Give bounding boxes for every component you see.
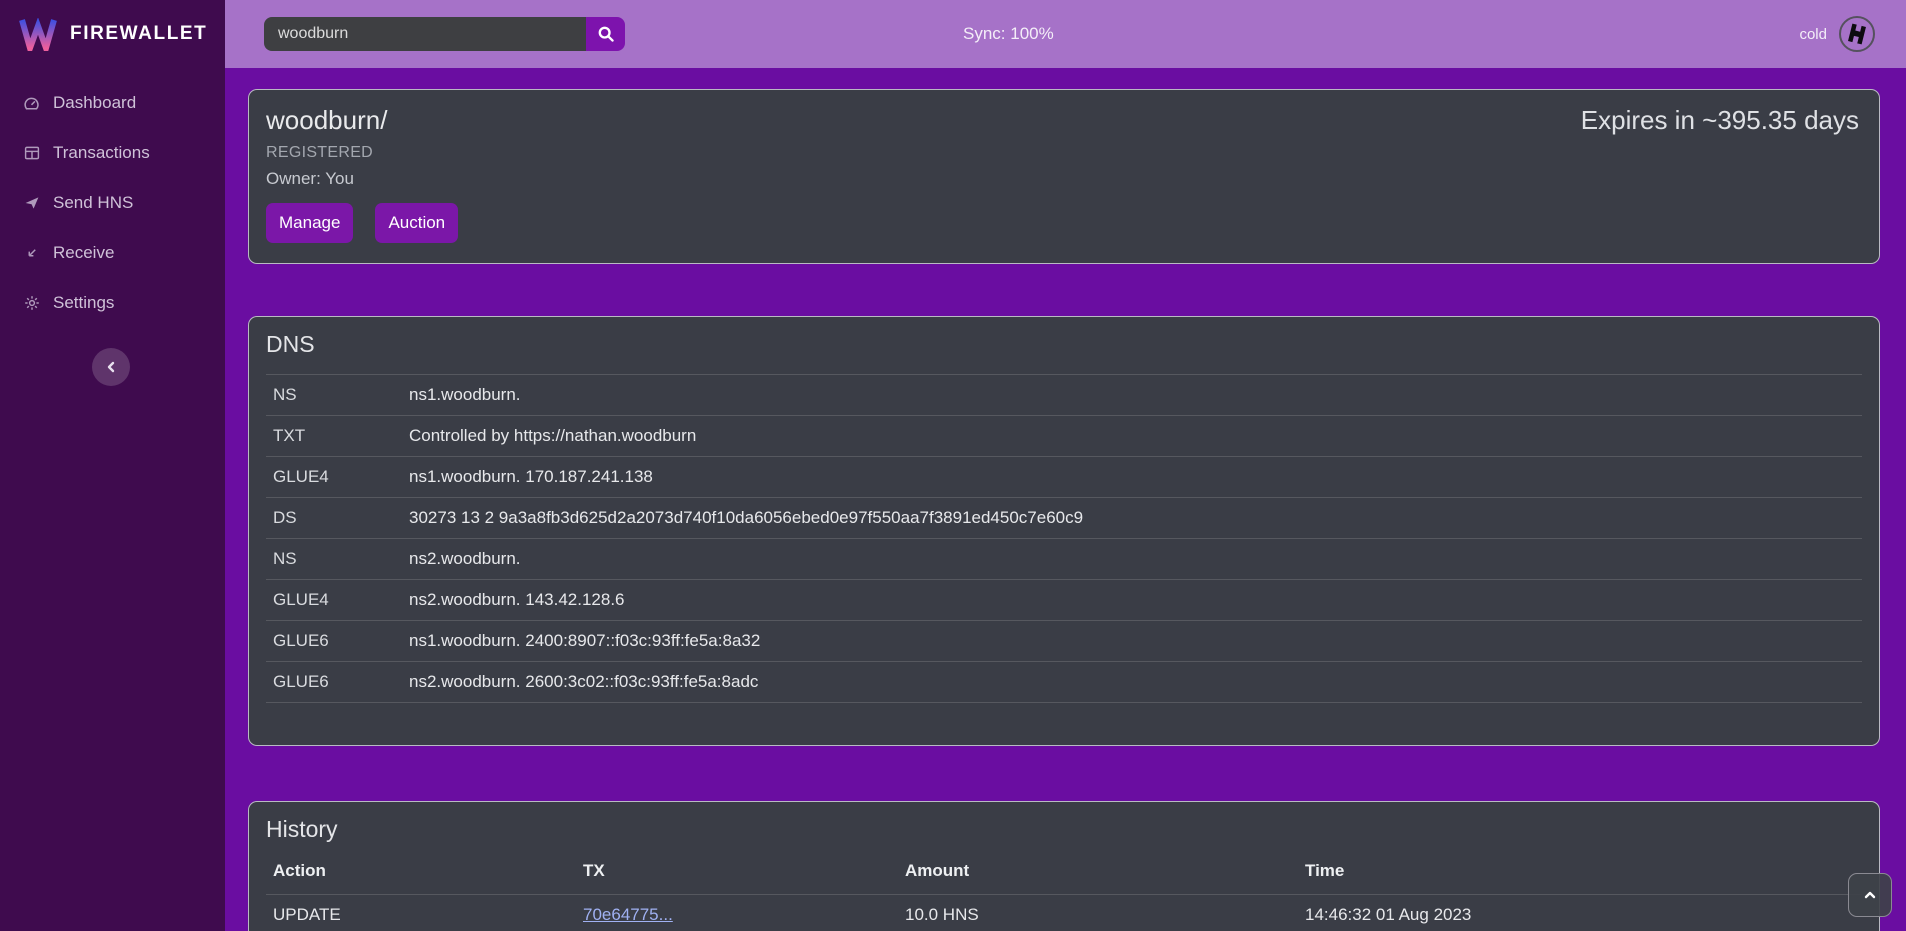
- wallet-name: cold: [1799, 26, 1827, 43]
- history-col-tx: TX: [576, 849, 898, 895]
- sidebar-item-dashboard[interactable]: Dashboard: [0, 78, 225, 128]
- dns-record-type: GLUE4: [266, 590, 409, 610]
- wallet-selector[interactable]: cold: [1799, 15, 1906, 53]
- auction-button[interactable]: Auction: [375, 203, 458, 243]
- history-time: 14:46:32 01 Aug 2023: [1298, 895, 1862, 931]
- chevron-left-icon: [105, 361, 117, 373]
- topbar: Sync: 100% cold: [225, 0, 1906, 68]
- domain-owner: Owner: You: [266, 169, 1859, 189]
- dns-record-row: NS ns2.woodburn.: [266, 539, 1862, 580]
- dns-record-type: GLUE6: [266, 631, 409, 651]
- history-row: UPDATE 70e64775... 10.0 HNS 14:46:32 01 …: [266, 895, 1862, 931]
- dns-record-row: GLUE6 ns2.woodburn. 2600:3c02::f03c:93ff…: [266, 662, 1862, 703]
- search-button[interactable]: [586, 17, 625, 51]
- tx-link[interactable]: 70e64775...: [583, 905, 673, 924]
- domain-card: woodburn/ Expires in ~395.35 days REGIST…: [248, 89, 1880, 264]
- dns-record-type: DS: [266, 508, 409, 528]
- dns-record-type: NS: [266, 549, 409, 569]
- history-col-action: Action: [266, 849, 576, 895]
- sidebar-item-send-hns[interactable]: Send HNS: [0, 178, 225, 228]
- dns-record-value: ns2.woodburn. 143.42.128.6: [409, 590, 625, 610]
- history-col-time: Time: [1298, 849, 1862, 895]
- dns-record-value: ns2.woodburn. 2600:3c02::f03c:93ff:fe5a:…: [409, 672, 758, 692]
- dashboard-gauge-icon: [22, 95, 41, 112]
- arrow-down-left-icon: [22, 246, 41, 261]
- history-amount: 10.0 HNS: [898, 895, 1298, 931]
- dns-record-value: ns2.woodburn.: [409, 549, 521, 569]
- sidebar-nav: Dashboard Transactions Send HNS Receive …: [0, 78, 225, 328]
- dns-record-type: GLUE4: [266, 467, 409, 487]
- sidebar-collapse-button[interactable]: [92, 348, 130, 386]
- sidebar-item-label: Receive: [53, 243, 114, 263]
- dns-record-row: GLUE4 ns1.woodburn. 170.187.241.138: [266, 457, 1862, 498]
- dns-record-row: GLUE4 ns2.woodburn. 143.42.128.6: [266, 580, 1862, 621]
- domain-status: REGISTERED: [266, 144, 1859, 162]
- sync-status: Sync: 100%: [963, 24, 1054, 44]
- sidebar-item-label: Send HNS: [53, 193, 133, 213]
- dns-record-row: DS 30273 13 2 9a3a8fb3d625d2a2073d740f10…: [266, 498, 1862, 539]
- history-table: Action TX Amount Time UPDATE 70e64775...…: [266, 849, 1862, 931]
- dns-record-row: TXT Controlled by https://nathan.woodbur…: [266, 416, 1862, 457]
- sidebar: FIREWALLET Dashboard Transactions Send H…: [0, 0, 225, 931]
- chevron-up-icon: [1862, 887, 1878, 903]
- sidebar-item-receive[interactable]: Receive: [0, 228, 225, 278]
- dns-record-value: ns1.woodburn. 2400:8907::f03c:93ff:fe5a:…: [409, 631, 760, 651]
- sidebar-item-settings[interactable]: Settings: [0, 278, 225, 328]
- table-icon: [22, 145, 41, 161]
- sidebar-item-label: Transactions: [53, 143, 150, 163]
- paper-plane-icon: [22, 195, 41, 211]
- scroll-to-top-button[interactable]: [1848, 873, 1892, 917]
- sidebar-item-label: Settings: [53, 293, 114, 313]
- firewallet-logo-icon: [19, 18, 57, 51]
- dns-record-value: ns1.woodburn.: [409, 385, 521, 405]
- search-icon: [597, 25, 615, 43]
- main-content: woodburn/ Expires in ~395.35 days REGIST…: [225, 68, 1906, 931]
- brand-name: FIREWALLET: [70, 23, 207, 45]
- dns-record-row: NS ns1.woodburn.: [266, 375, 1862, 416]
- sidebar-item-transactions[interactable]: Transactions: [0, 128, 225, 178]
- search-bar: [264, 17, 625, 51]
- history-col-amount: Amount: [898, 849, 1298, 895]
- dns-card: DNS NS ns1.woodburn. TXT Controlled by h…: [248, 316, 1880, 746]
- history-header-row: Action TX Amount Time: [266, 849, 1862, 895]
- history-card: History Action TX Amount Time UPDATE 70e…: [248, 801, 1880, 931]
- dns-record-type: TXT: [266, 426, 409, 446]
- search-input[interactable]: [264, 17, 586, 51]
- dns-records-table: NS ns1.woodburn. TXT Controlled by https…: [266, 374, 1862, 703]
- history-section-title: History: [266, 816, 1862, 843]
- dns-record-value: Controlled by https://nathan.woodburn: [409, 426, 696, 446]
- dns-record-value: 30273 13 2 9a3a8fb3d625d2a2073d740f10da6…: [409, 508, 1083, 528]
- dns-record-type: NS: [266, 385, 409, 405]
- history-action: UPDATE: [266, 895, 576, 931]
- gear-icon: [22, 295, 41, 311]
- sidebar-item-label: Dashboard: [53, 93, 136, 113]
- brand-header[interactable]: FIREWALLET: [0, 0, 225, 68]
- dns-record-type: GLUE6: [266, 672, 409, 692]
- domain-name-title: woodburn/: [266, 105, 387, 136]
- dns-record-value: ns1.woodburn. 170.187.241.138: [409, 467, 653, 487]
- handshake-logo-icon[interactable]: [1838, 15, 1876, 53]
- dns-section-title: DNS: [266, 331, 1862, 358]
- dns-record-row: GLUE6 ns1.woodburn. 2400:8907::f03c:93ff…: [266, 621, 1862, 662]
- manage-button[interactable]: Manage: [266, 203, 353, 243]
- domain-expiry: Expires in ~395.35 days: [1581, 105, 1859, 136]
